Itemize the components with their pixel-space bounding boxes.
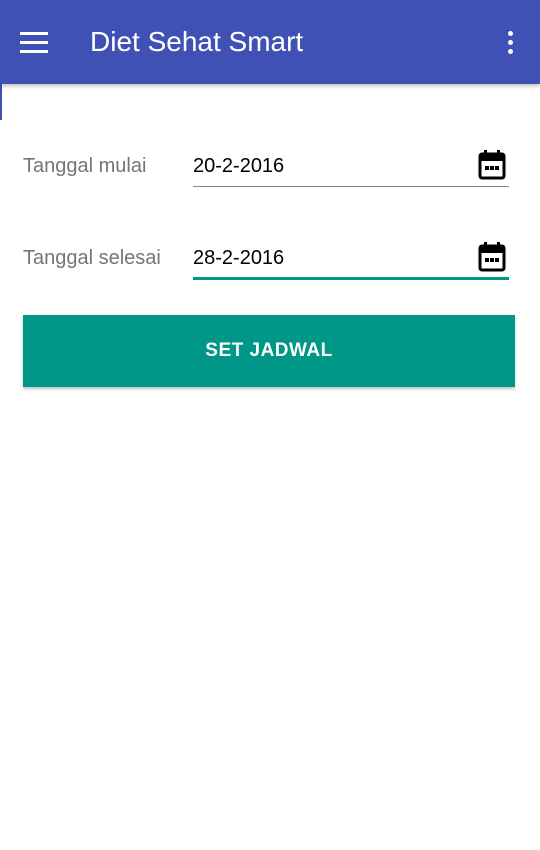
start-date-underline <box>193 186 509 187</box>
calendar-icon[interactable] <box>477 149 507 181</box>
app-title: Diet Sehat Smart <box>90 26 304 57</box>
start-date-row: Tanggal mulai 20-2-2016 <box>23 149 515 195</box>
app-bar: Diet Sehat Smart <box>0 0 540 84</box>
end-date-row: Tanggal selesai 28-2-2016 <box>23 241 515 287</box>
calendar-icon[interactable] <box>477 241 507 273</box>
start-date-label: Tanggal mulai <box>23 155 147 177</box>
screen: Diet Sehat Smart Tanggal mulai 20-2-2016… <box>0 0 540 850</box>
set-jadwal-button[interactable]: SET JADWAL <box>23 315 515 387</box>
menu-icon[interactable] <box>20 24 60 60</box>
start-date-value[interactable]: 20-2-2016 <box>193 151 284 181</box>
start-date-field[interactable]: 20-2-2016 <box>193 149 509 187</box>
end-date-value[interactable]: 28-2-2016 <box>193 243 284 273</box>
more-vert-icon[interactable] <box>498 24 522 60</box>
end-date-field[interactable]: 28-2-2016 <box>193 241 509 280</box>
end-date-label: Tanggal selesai <box>23 247 161 269</box>
end-date-underline <box>193 277 509 280</box>
